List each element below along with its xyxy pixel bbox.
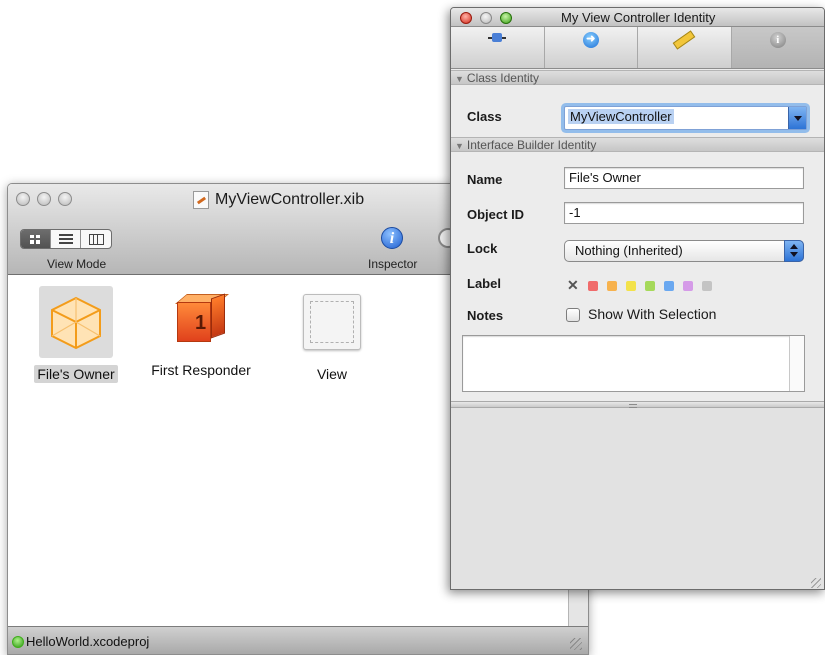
lock-value: Nothing (Inherited) [575, 243, 683, 258]
attributes-icon [488, 32, 507, 44]
label-color-swatch[interactable] [606, 280, 617, 291]
inspector-title: My View Controller Identity [561, 10, 716, 25]
icon-view-button[interactable] [21, 230, 51, 248]
class-identity-header[interactable]: ▼ Class Identity [451, 70, 824, 85]
close-button[interactable] [460, 12, 472, 24]
lock-label: Lock [467, 241, 498, 256]
object-view[interactable]: View [292, 294, 372, 382]
label-color-swatch[interactable] [587, 280, 598, 291]
view-mode-control [20, 229, 112, 249]
grid-icon [30, 234, 41, 244]
label-color-swatch[interactable] [663, 280, 674, 291]
class-label: Class [467, 109, 502, 124]
object-label: View [316, 366, 348, 382]
view-mode-label: View Mode [47, 257, 107, 271]
inspector-lower-pane [451, 408, 824, 589]
inspector-label: Inspector [368, 257, 418, 271]
object-id-label: Object ID [467, 207, 525, 222]
window-title-text: MyViewController.xib [215, 191, 365, 208]
cube-icon [47, 294, 105, 352]
show-with-selection-checkbox[interactable] [566, 308, 580, 322]
name-field[interactable]: File's Owner [564, 167, 804, 189]
label-color-swatch[interactable] [701, 280, 712, 291]
notes-label: Notes [467, 308, 504, 323]
object-first-responder[interactable]: 1 First Responder [141, 290, 261, 378]
resize-grip-icon[interactable] [570, 638, 582, 650]
class-combo-box[interactable]: MyViewController [564, 106, 807, 130]
tab-connections[interactable]: ➜ [545, 27, 638, 68]
view-icon [303, 294, 361, 350]
zoom-button[interactable] [500, 12, 512, 24]
show-with-selection-label: Show With Selection [588, 306, 717, 322]
status-indicator-icon [12, 636, 24, 648]
panel-splitter[interactable] [451, 401, 824, 408]
close-button[interactable] [16, 192, 30, 206]
object-files-owner[interactable]: File's Owner [19, 294, 133, 383]
section-title: Class Identity [466, 71, 539, 85]
notes-scrollbar[interactable] [789, 336, 804, 391]
label-label: Label [467, 276, 501, 291]
ib-identity-header[interactable]: ▼ Interface Builder Identity [451, 137, 824, 152]
resize-grip-icon[interactable] [811, 578, 821, 588]
minimize-button[interactable] [37, 192, 51, 206]
label-color-swatch[interactable] [682, 280, 693, 291]
list-icon [58, 234, 73, 244]
inspector-button[interactable]: i [381, 227, 403, 249]
tab-size[interactable] [638, 27, 732, 68]
class-value[interactable]: MyViewController [568, 109, 674, 124]
project-name: HelloWorld.xcodeproj [26, 634, 150, 649]
window-title: MyViewController.xib [193, 191, 364, 209]
label-color-picker: ✕ [567, 277, 712, 294]
clear-label-icon[interactable]: ✕ [567, 277, 579, 294]
inspector-tabs: ➜ i [451, 27, 824, 69]
label-color-swatch[interactable] [625, 280, 636, 291]
updown-arrows-icon [784, 240, 804, 262]
column-view-button[interactable] [81, 230, 111, 248]
first-responder-icon: 1 [175, 290, 229, 344]
object-label: First Responder [151, 362, 251, 378]
columns-icon [88, 233, 104, 245]
identity-info-icon: i [769, 32, 786, 48]
object-id-field[interactable]: -1 [564, 202, 804, 224]
list-view-button[interactable] [51, 230, 81, 248]
inspector-titlebar: My View Controller Identity [451, 8, 824, 27]
size-ruler-icon [672, 30, 696, 50]
tab-identity[interactable]: i [731, 27, 824, 68]
name-label: Name [467, 172, 503, 187]
status-bar: HelloWorld.xcodeproj [8, 626, 588, 654]
label-color-swatch[interactable] [644, 280, 655, 291]
lock-popup[interactable]: Nothing (Inherited) [564, 240, 804, 262]
connections-icon: ➜ [582, 32, 599, 48]
zoom-button[interactable] [58, 192, 72, 206]
object-label: File's Owner [34, 365, 118, 383]
disclosure-triangle-icon: ▼ [455, 141, 464, 151]
chevron-down-icon[interactable] [788, 107, 806, 129]
section-title: Interface Builder Identity [466, 138, 597, 152]
info-icon: i [389, 230, 395, 247]
xib-file-icon [193, 191, 209, 209]
identity-inspector-panel: My View Controller Identity ➜ i ▼ Class I… [450, 7, 825, 590]
tab-attributes[interactable] [451, 27, 545, 68]
minimize-button[interactable] [480, 12, 492, 24]
disclosure-triangle-icon: ▼ [455, 74, 464, 84]
notes-textarea[interactable] [462, 335, 805, 392]
